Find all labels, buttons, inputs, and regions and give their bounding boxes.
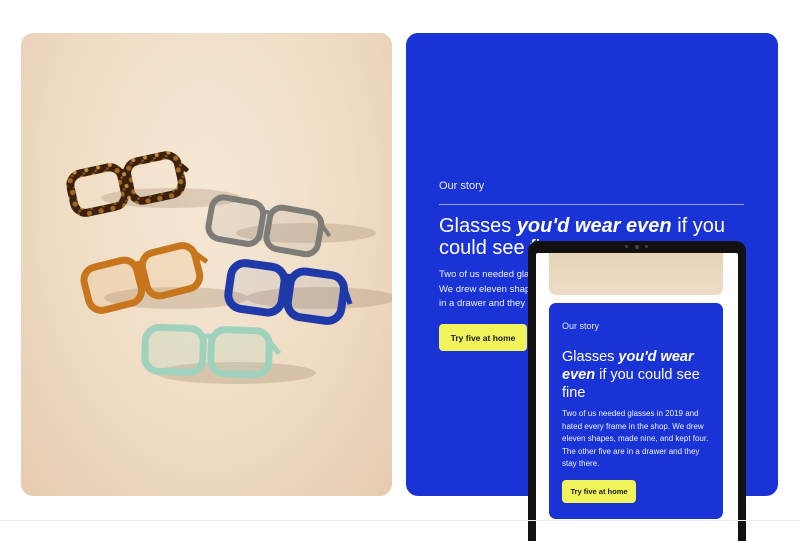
tablet-story-body: Two of us needed glasses in 2019 and hat…	[562, 409, 709, 468]
product-photo	[21, 33, 392, 496]
tablet-try-five-at-home-button[interactable]: Try five at home	[562, 480, 636, 503]
grey-frame	[205, 194, 332, 258]
tablet-mockup: Our story Glasses you'd wear even if you …	[528, 241, 746, 541]
footer-divider	[0, 520, 800, 521]
mint-frame	[141, 323, 282, 379]
tablet-story-title: Glasses you'd wear even if you could see …	[562, 349, 700, 401]
eyeglasses-illustration	[66, 151, 392, 384]
try-five-at-home-button[interactable]: Try five at home	[439, 324, 527, 351]
story-eyebrow: Our story	[439, 180, 485, 192]
tablet-camera-icon	[625, 244, 649, 249]
story-divider	[439, 204, 744, 205]
tablet-product-photo	[549, 253, 723, 295]
tablet-story-card: Our story Glasses you'd wear even if you …	[549, 303, 723, 519]
tablet-screen: Our story Glasses you'd wear even if you …	[536, 253, 738, 541]
navy-frame	[224, 259, 353, 325]
tablet-story-eyebrow: Our story	[562, 321, 600, 331]
